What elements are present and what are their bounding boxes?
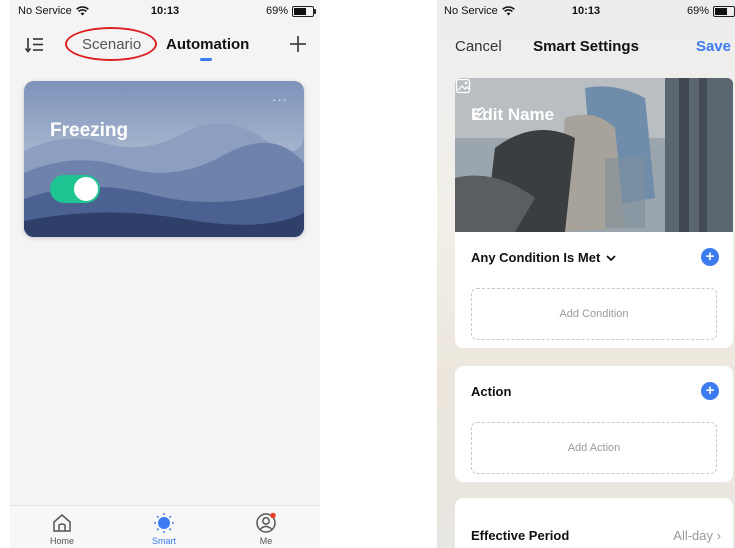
- effective-period-text: All-day: [673, 528, 714, 543]
- battery-icon: [292, 5, 316, 17]
- save-button[interactable]: Save: [696, 38, 731, 55]
- sort-icon[interactable]: [24, 34, 46, 56]
- scene-toggle[interactable]: [50, 175, 100, 203]
- home-icon: [53, 514, 71, 532]
- battery-percent: 69%: [686, 5, 709, 17]
- condition-mode-label: Any Condition Is Met: [471, 250, 601, 265]
- scene-card[interactable]: ··· Freezing: [24, 81, 304, 237]
- scene-title: Freezing: [50, 120, 129, 141]
- profile-icon: [256, 512, 276, 533]
- add-condition-button[interactable]: Add Condition: [471, 288, 717, 340]
- tab-automation[interactable]: Automation: [166, 36, 249, 53]
- toggle-knob: [74, 177, 98, 201]
- tab-smart[interactable]: Smart: [134, 512, 194, 546]
- page-title: Smart Settings: [533, 38, 639, 55]
- condition-panel: Any Condition Is Met + Add Condition: [455, 232, 733, 348]
- condition-mode-dropdown[interactable]: Any Condition Is Met: [471, 250, 616, 265]
- add-icon[interactable]: [286, 32, 310, 56]
- bedroom-photo: [455, 78, 733, 232]
- tab-me[interactable]: Me: [236, 512, 296, 546]
- battery-percent: 69%: [265, 5, 288, 17]
- add-action-label: Add Action: [567, 442, 621, 454]
- add-condition-icon[interactable]: +: [701, 248, 719, 266]
- add-action-icon[interactable]: +: [701, 382, 719, 400]
- bottom-tab-bar: Home Smart Me: [10, 505, 320, 548]
- add-action-button[interactable]: Add Action: [471, 422, 717, 474]
- nav-bar: Cancel Smart Settings Save: [437, 30, 735, 62]
- action-panel: Action + Add Action: [455, 366, 733, 482]
- effective-period-value: All-day ›: [673, 528, 721, 543]
- tab-home-label: Home: [49, 536, 74, 546]
- image-icon[interactable]: [455, 78, 471, 94]
- tab-scenario[interactable]: Scenario: [82, 36, 141, 53]
- status-bar: No Service 10:13 69%: [10, 0, 320, 22]
- edit-name-button[interactable]: Edit Name: [471, 105, 554, 125]
- effective-period-label: Effective Period: [471, 528, 570, 543]
- tab-me-label: Me: [259, 536, 273, 546]
- status-bar: No Service 10:13 69%: [437, 0, 735, 22]
- top-bar: Scenario Automation: [10, 26, 320, 66]
- smart-settings-screen: No Service 10:13 69% Cancel Smart Settin…: [437, 0, 735, 548]
- effective-period-row[interactable]: Effective Period All-day ›: [455, 498, 733, 548]
- tab-smart-label: Smart: [151, 536, 176, 546]
- chevron-right-icon: ›: [716, 528, 721, 543]
- tab-home[interactable]: Home: [32, 512, 92, 546]
- pencil-icon: [473, 106, 486, 120]
- smart-icon: [154, 513, 174, 533]
- automation-screen: No Service 10:13 69% Scenario Automation: [10, 0, 320, 548]
- mountain-background: [24, 81, 304, 237]
- action-header: Action: [471, 384, 512, 399]
- add-condition-label: Add Condition: [559, 308, 629, 320]
- active-tab-indicator: [200, 58, 212, 61]
- more-icon[interactable]: ···: [272, 92, 288, 107]
- cover-photo[interactable]: Edit Name: [455, 78, 733, 232]
- chevron-down-icon: [606, 254, 616, 261]
- battery-icon: [713, 5, 735, 17]
